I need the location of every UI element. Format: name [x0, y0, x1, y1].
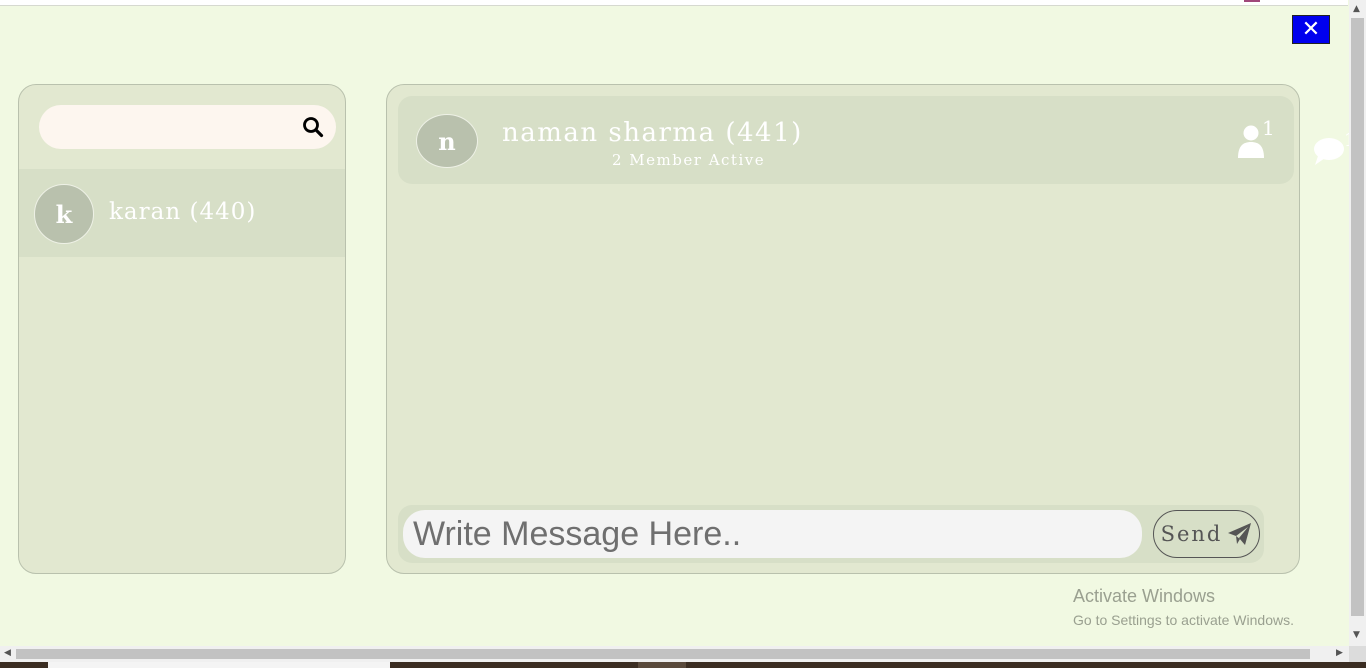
chat-title: naman sharma (441) [502, 118, 803, 148]
avatar-initial: k [55, 199, 73, 229]
message-composer: Send [398, 505, 1264, 563]
contacts-panel: k karan (440) [18, 84, 346, 574]
chat-panel: n naman sharma (441) 2 Member Active 1 1… [386, 84, 1355, 574]
browser-top-strip [0, 0, 1348, 6]
chat-subtitle: 2 Member Active [612, 151, 766, 169]
taskbar-segment [638, 662, 686, 668]
horizontal-scrollbar[interactable]: ◀ ▶ [0, 646, 1349, 662]
paper-plane-icon [1228, 523, 1252, 545]
chat-avatar-initial: n [438, 126, 456, 156]
scrollbar-corner [1349, 646, 1366, 662]
chat-bubble-icon[interactable] [1312, 136, 1346, 166]
scroll-right-icon[interactable]: ▶ [1336, 648, 1343, 658]
activate-windows-watermark: Activate Windows Go to Settings to activ… [1073, 586, 1294, 628]
contact-item-karan[interactable]: k karan (440) [19, 169, 345, 257]
watermark-subtitle: Go to Settings to activate Windows. [1073, 612, 1294, 628]
message-input[interactable] [403, 510, 1142, 558]
taskbar-segment [48, 662, 390, 668]
scroll-left-icon[interactable]: ◀ [4, 648, 11, 658]
search-box [39, 105, 336, 149]
close-button[interactable]: ✕ [1292, 15, 1330, 44]
member-count-badge: 1 [1262, 116, 1275, 140]
scroll-up-icon[interactable]: ▲ [1353, 4, 1360, 14]
top-strip-mark [1244, 0, 1260, 2]
search-icon[interactable] [301, 115, 325, 139]
scroll-down-icon[interactable]: ▼ [1353, 630, 1360, 640]
chat-header: n naman sharma (441) 2 Member Active 1 1 [398, 96, 1355, 184]
avatar: k [34, 184, 94, 244]
send-button[interactable]: Send [1153, 510, 1260, 558]
vertical-scrollbar[interactable]: ▲ ▼ [1349, 0, 1366, 646]
watermark-title: Activate Windows [1073, 586, 1216, 606]
send-label: Send [1160, 522, 1223, 546]
search-input[interactable] [55, 113, 295, 141]
taskbar-strip [0, 662, 1366, 668]
horizontal-scroll-thumb[interactable] [16, 649, 1310, 659]
vertical-scroll-thumb[interactable] [1351, 18, 1364, 616]
close-icon: ✕ [1301, 17, 1321, 42]
chat-avatar: n [416, 114, 478, 168]
contact-name: karan (440) [109, 199, 257, 225]
